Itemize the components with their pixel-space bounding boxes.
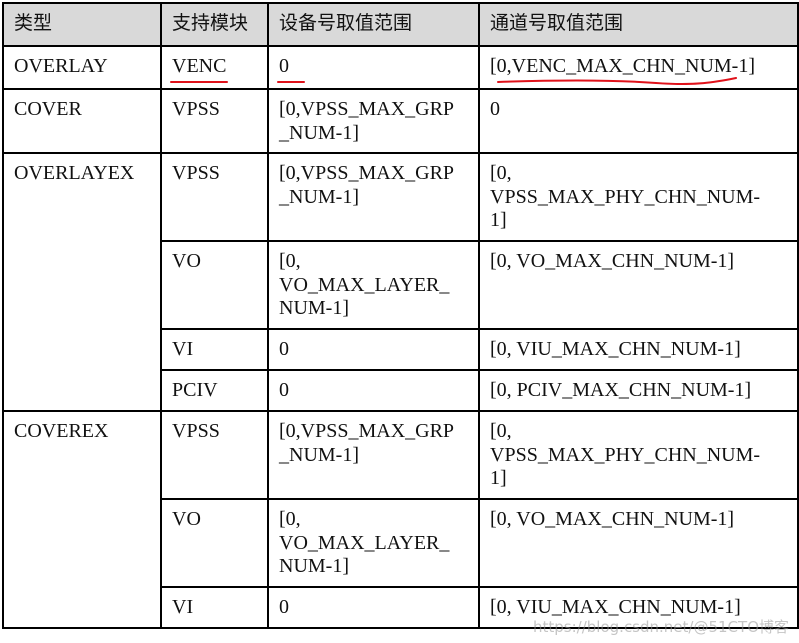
red-underline-mark [170, 80, 229, 83]
cell-module: VENC [160, 45, 269, 90]
header-module: 支持模块 [160, 2, 269, 47]
cell-type: OVERLAYEX [2, 152, 162, 412]
table-row: OVERLAYEX VPSS [0,VPSS_MAX_GRP _NUM-1] [… [2, 152, 799, 412]
cell-type: COVEREX [2, 410, 162, 629]
cell-device-range: [0,VPSS_MAX_GRP _NUM-1] [267, 88, 480, 154]
cell-device-range: [0,VPSS_MAX_GRP _NUM-1] [267, 152, 480, 242]
cell-module: VO [160, 240, 269, 330]
cell-module: VPSS [160, 410, 269, 500]
cell-channel-range: [0, PCIV_MAX_CHN_NUM-1] [478, 369, 799, 412]
cell-channel-range: [0, VPSS_MAX_PHY_CHN_NUM- 1] [478, 410, 799, 500]
underlined-text: VENC [170, 55, 229, 83]
table-row: COVER VPSS [0,VPSS_MAX_GRP _NUM-1] 0 [2, 88, 799, 154]
cell-device-range: 0 [267, 328, 480, 371]
cell-module: VPSS [160, 88, 269, 154]
cell-module: VI [160, 586, 269, 629]
cell-device-range: [0, VO_MAX_LAYER_ NUM-1] [267, 498, 480, 588]
cell-channel-range: [0, VO_MAX_CHN_NUM-1] [478, 240, 799, 330]
red-underline-mark [277, 80, 305, 83]
cell-module: VI [160, 328, 269, 371]
underlined-text: 0 [277, 55, 305, 83]
table-row: OVERLAY VENC 0 [0,VENC_MAX_CHN_NUM-1] [2, 45, 799, 90]
cell-module: VO [160, 498, 269, 588]
cell-channel-range: [0, VIU_MAX_CHN_NUM-1] [478, 328, 799, 371]
table-header-row: 类型 支持模块 设备号取值范围 通道号取值范围 [2, 2, 799, 47]
cell-module: PCIV [160, 369, 269, 412]
cell-device-range: 0 [267, 369, 480, 412]
underlined-text: [0,VENC_MAX_CHN_NUM-1] [490, 55, 755, 85]
device-range-text: 0 [279, 55, 289, 77]
module-text: VENC [172, 55, 227, 77]
cell-channel-range: [0, VO_MAX_CHN_NUM-1] [478, 498, 799, 588]
region-support-table: 类型 支持模块 设备号取值范围 通道号取值范围 OVERLAY VENC 0 [… [2, 2, 799, 629]
header-channel-range: 通道号取值范围 [478, 2, 799, 47]
header-type: 类型 [2, 2, 162, 47]
cell-type: COVER [2, 88, 162, 154]
table-row: COVEREX VPSS [0,VPSS_MAX_GRP _NUM-1] [0,… [2, 410, 799, 629]
channel-range-text: [0,VENC_MAX_CHN_NUM-1] [490, 55, 755, 77]
cell-device-range: 0 [267, 586, 480, 629]
red-wavy-underline-mark [497, 76, 737, 85]
cell-channel-range: [0,VENC_MAX_CHN_NUM-1] [478, 45, 799, 90]
cell-channel-range: [0, VPSS_MAX_PHY_CHN_NUM- 1] [478, 152, 799, 242]
cell-module: VPSS [160, 152, 269, 242]
cell-channel-range: [0, VIU_MAX_CHN_NUM-1] [478, 586, 799, 629]
cell-device-range: [0,VPSS_MAX_GRP _NUM-1] [267, 410, 480, 500]
cell-device-range: [0, VO_MAX_LAYER_ NUM-1] [267, 240, 480, 330]
cell-channel-range: 0 [478, 88, 799, 154]
cell-type: OVERLAY [2, 45, 162, 90]
cell-device-range: 0 [267, 45, 480, 90]
header-device-range: 设备号取值范围 [267, 2, 480, 47]
